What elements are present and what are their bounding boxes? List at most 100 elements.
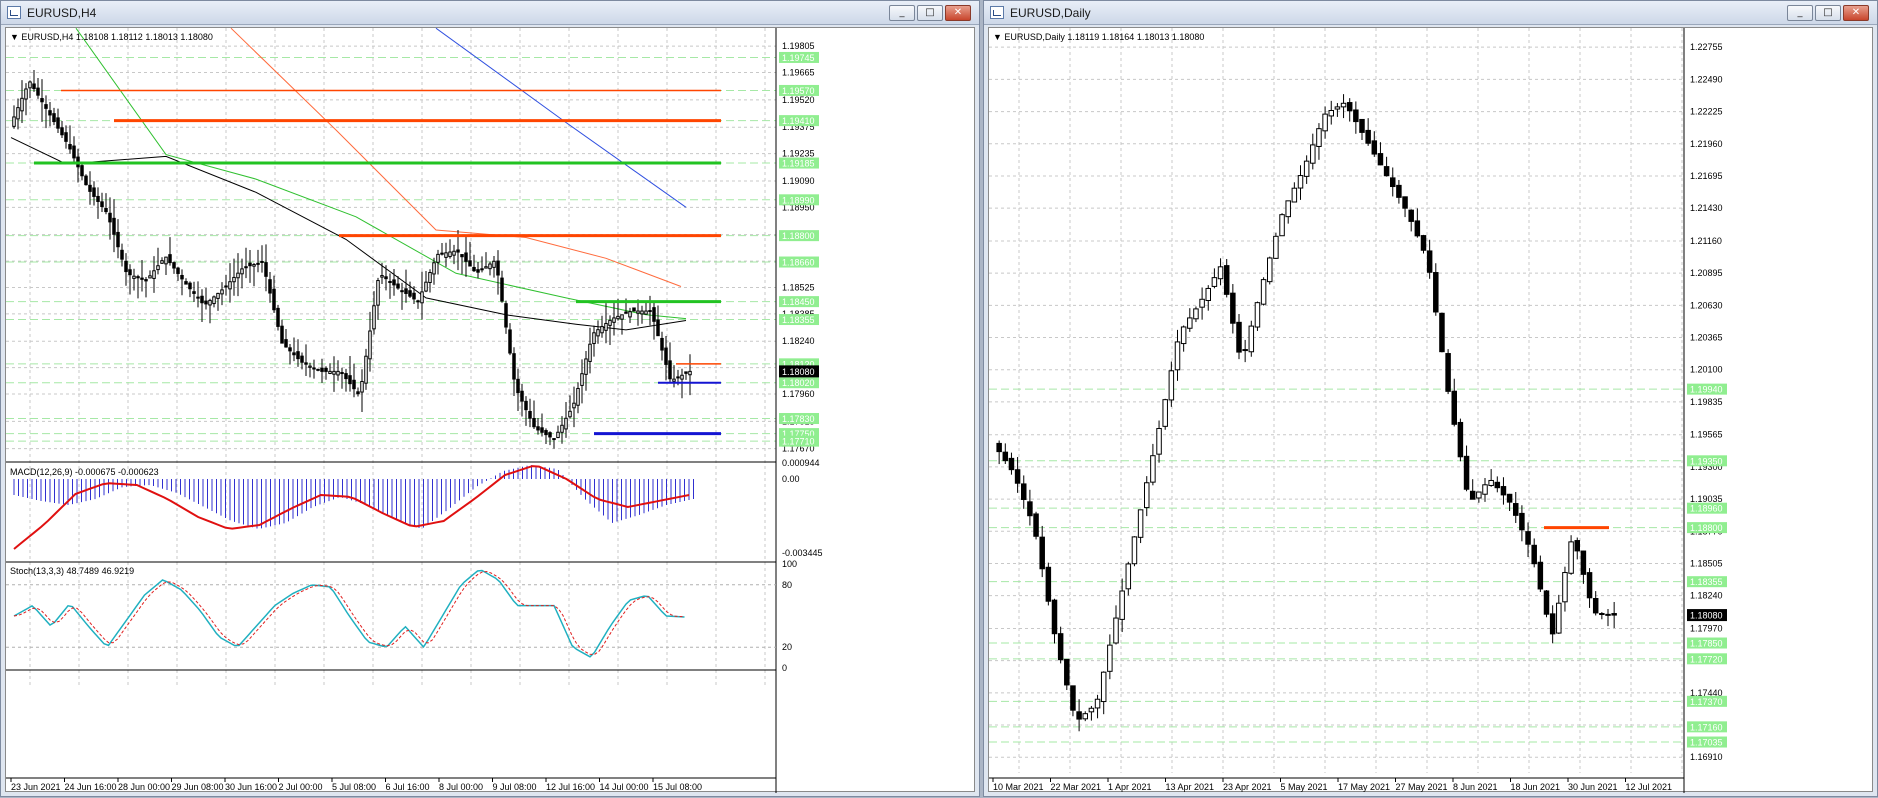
time-axis-label: 17 May 2021	[1338, 782, 1390, 792]
h4-candle-body	[628, 311, 632, 318]
h4-candle-body	[316, 368, 320, 371]
time-axis-label: 22 Mar 2021	[1051, 782, 1102, 792]
daily-candle-body	[1365, 129, 1371, 144]
daily-candle-body	[1021, 483, 1027, 500]
h4-candle-body	[608, 319, 612, 326]
daily-candle-body	[1045, 566, 1052, 602]
close-button[interactable]: ✕	[1843, 5, 1869, 21]
price-axis-label: 1.22490	[1690, 74, 1723, 84]
minimize-button[interactable]: _	[1787, 5, 1813, 21]
daily-candle-body	[1107, 644, 1113, 672]
price-axis-label: 1.17970	[1690, 623, 1723, 633]
ma-red-line	[230, 27, 682, 287]
price-axis-label: 1.19235	[782, 149, 815, 159]
level-tag-label: 1.19570	[782, 86, 815, 96]
level-tag-label: 1.18020	[782, 378, 815, 388]
h4-candle-body	[368, 330, 372, 360]
h4-candle-body	[36, 87, 40, 96]
maximize-button[interactable]: □	[917, 5, 943, 21]
h4-candle-body	[492, 260, 496, 268]
stoch-scale-label: 80	[782, 580, 792, 590]
macd-signal-line	[13, 465, 690, 550]
price-axis-label: 1.18525	[782, 282, 815, 292]
close-button[interactable]: ✕	[945, 5, 971, 21]
minimize-button[interactable]: _	[889, 5, 915, 21]
level-tag-label: 1.18800	[1690, 523, 1723, 533]
stoch-header: Stoch(13,3,3) 48.7489 46.9219	[10, 566, 134, 576]
daily-candle-body	[1599, 613, 1605, 616]
daily-candle-body	[1027, 501, 1033, 517]
level-tag-label: 1.18450	[782, 297, 815, 307]
price-axis-label: 1.20100	[1690, 365, 1723, 375]
macd-header: MACD(12,26,9) -0.000675 -0.000623	[10, 467, 159, 477]
level-tag-label: 1.19410	[782, 116, 815, 126]
h4-candle-body	[688, 370, 692, 376]
time-axis-label: 8 Jul 00:00	[439, 782, 483, 792]
macd-scale-label: 0.000944	[782, 458, 820, 468]
h4-candle-body	[552, 438, 556, 441]
daily-chart-area[interactable]: 1.22755 1.22490 1.22225 1.21960 1.21695 1.214…	[988, 27, 1874, 793]
h4-candle-body	[376, 280, 380, 306]
h4-candle-body	[308, 365, 312, 368]
h4-candle-body	[24, 88, 28, 100]
h4-candle-body	[340, 372, 344, 375]
daily-chart-window[interactable]: EURUSD,Daily _ □ ✕ 1.22755 1.22490 1.22225…	[983, 0, 1878, 797]
daily-candle-body	[1476, 491, 1482, 499]
h4-candle-body	[600, 326, 604, 334]
h4-chart-area[interactable]: 1.19805 1.19665 1.19520 1.19375 1.19235 1.190…	[5, 27, 976, 793]
daily-candle-body	[1303, 160, 1310, 177]
price-axis-label: 1.21430	[1690, 203, 1723, 213]
level-tag-label: 1.17850	[1690, 639, 1723, 649]
h4-candle-body	[356, 391, 360, 395]
h4-chart-canvas[interactable]: 1.198051.196651.195201.193751.192351.190…	[6, 27, 976, 793]
daily-candle-body	[1137, 509, 1144, 538]
daily-candle-body	[1156, 428, 1162, 455]
level-tag-label: 1.17830	[782, 414, 815, 424]
ma-blue-line	[435, 27, 687, 208]
daily-candle-body	[1039, 536, 1045, 570]
daily-chart-canvas[interactable]: 1.22755 1.22490 1.22225 1.21960 1.21695 1.214…	[989, 28, 1874, 793]
h4-title-bar[interactable]: EURUSD,H4 _ □ ✕	[1, 1, 979, 25]
h4-candle-body	[332, 370, 336, 375]
price-axis-label: 1.19805	[782, 41, 815, 51]
daily-candle-body	[1445, 353, 1451, 392]
h4-candle-body	[176, 267, 180, 274]
h4-chart-window[interactable]: EURUSD,H4 _ □ ✕ 1.19805 1.19665 1.19520 1.1…	[0, 0, 980, 797]
h4-candle-body	[196, 296, 200, 299]
macd-scale-label: -0.003445	[782, 548, 823, 558]
h4-candle-body	[488, 263, 492, 270]
daily-candle-body	[1211, 277, 1218, 287]
time-axis-label: 12 Jul 16:00	[546, 782, 595, 792]
time-axis-label: 13 Apr 2021	[1166, 782, 1215, 792]
h4-candle-body	[424, 281, 428, 292]
h4-candle-body	[192, 291, 196, 294]
h4-candle-body	[384, 276, 388, 280]
daily-candle-body	[1273, 235, 1279, 259]
time-axis-label: 8 Jun 2021	[1453, 782, 1498, 792]
maximize-button[interactable]: □	[1815, 5, 1841, 21]
daily-candle-body	[1267, 257, 1273, 283]
h4-candle-body	[124, 260, 128, 273]
h4-chart-header: ▼ EURUSD,H4 1.18108 1.18112 1.18013 1.18…	[10, 32, 213, 42]
h4-candle-body	[272, 288, 276, 311]
h4-candle-body	[484, 266, 488, 269]
h4-candle-body	[88, 184, 92, 192]
time-axis-label: 15 Jul 08:00	[653, 782, 702, 792]
daily-candle-body	[1297, 175, 1304, 189]
daily-candle-body	[1457, 421, 1464, 458]
h4-candle-body	[508, 329, 512, 354]
daily-candle-body	[1506, 493, 1513, 503]
h4-price-panel	[6, 27, 776, 688]
daily-candle-body	[1230, 292, 1236, 324]
h4-candle-body	[268, 279, 272, 294]
h4-candle-body	[160, 260, 164, 264]
h4-candle-body	[292, 352, 296, 356]
stoch-main-line	[13, 569, 685, 658]
h4-candle-body	[48, 110, 52, 116]
daily-title-bar[interactable]: EURUSD,Daily _ □ ✕	[984, 1, 1877, 25]
macd-scale-label: 0.00	[782, 474, 800, 484]
h4-candle-body	[584, 358, 588, 375]
time-axis-label: 14 Jul 00:00	[600, 782, 649, 792]
level-tag-label: 1.17370	[1690, 697, 1723, 707]
h4-candle-body	[16, 107, 20, 120]
